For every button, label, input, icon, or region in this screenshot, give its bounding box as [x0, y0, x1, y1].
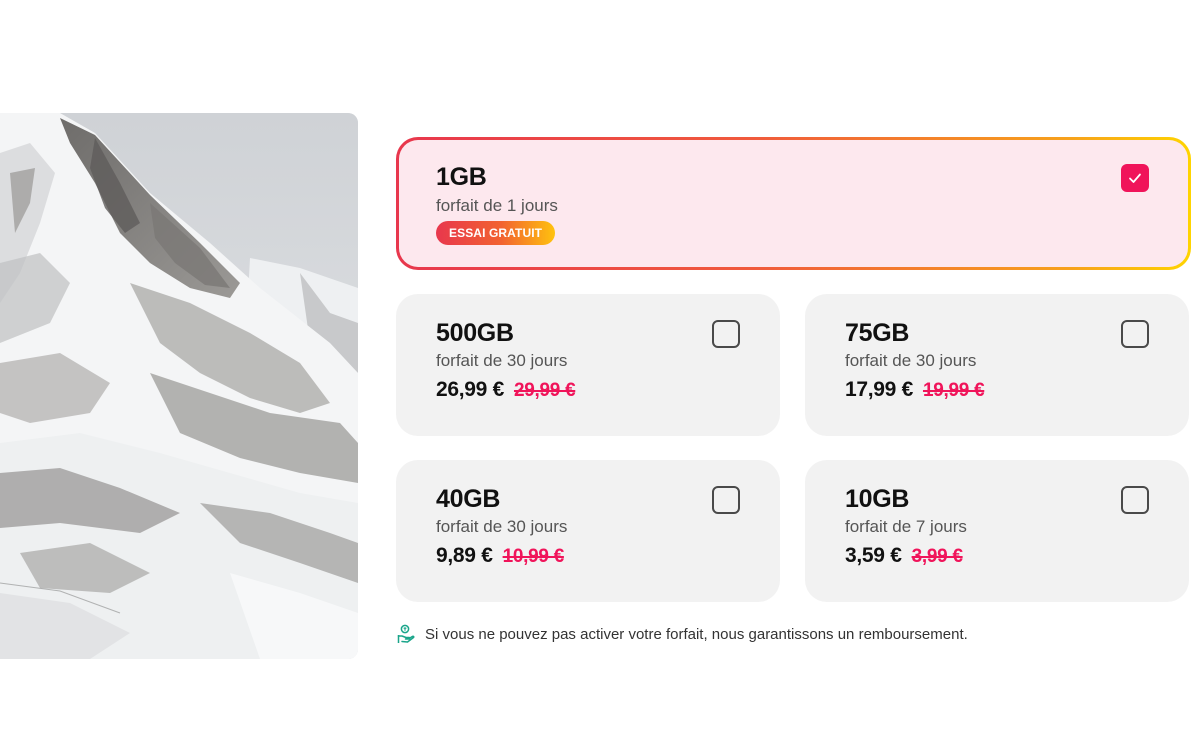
plan-card-inner: 1GB forfait de 1 jours ESSAI GRATUIT	[399, 140, 1188, 267]
plan-checkbox[interactable]	[712, 486, 740, 514]
money-back-hand-icon	[397, 624, 415, 643]
plan-size: 75GB	[845, 319, 910, 347]
checkmark-icon	[1129, 173, 1141, 183]
plan-size: 10GB	[845, 485, 910, 513]
refund-guarantee-text: Si vous ne pouvez pas activer votre forf…	[425, 625, 968, 643]
plan-checkbox-checked[interactable]	[1121, 164, 1149, 192]
plan-card-1gb[interactable]: 1GB forfait de 1 jours ESSAI GRATUIT	[396, 137, 1191, 270]
plan-card-40gb[interactable]: 40GB forfait de 30 jours 9,89 € 10,99 €	[396, 460, 780, 602]
free-trial-badge: ESSAI GRATUIT	[436, 221, 556, 245]
plan-card-500gb[interactable]: 500GB forfait de 30 jours 26,99 € 29,99 …	[396, 294, 780, 436]
plan-old-price: 3,99 €	[911, 546, 963, 567]
plan-selection-page: 1GB forfait de 1 jours ESSAI GRATUIT 500…	[0, 0, 1200, 750]
plan-price: 26,99 €	[436, 378, 504, 401]
plan-card-10gb[interactable]: 10GB forfait de 7 jours 3,59 € 3,99 €	[805, 460, 1189, 602]
plan-old-price: 19,99 €	[922, 380, 985, 401]
price-row: 9,89 € 10,99 €	[436, 544, 564, 568]
plan-size: 500GB	[436, 319, 514, 347]
plan-old-price: 10,99 €	[502, 546, 565, 567]
price-row: 26,99 € 29,99 €	[436, 378, 576, 402]
plan-card-75gb[interactable]: 75GB forfait de 30 jours 17,99 € 19,99 €	[805, 294, 1189, 436]
plan-price: 3,59 €	[845, 544, 902, 567]
plan-duration: forfait de 30 jours	[436, 517, 568, 536]
plan-checkbox[interactable]	[712, 320, 740, 348]
price-row: 17,99 € 19,99 €	[845, 378, 985, 402]
plan-checkbox[interactable]	[1121, 320, 1149, 348]
plan-price: 9,89 €	[436, 544, 493, 567]
plan-duration: forfait de 7 jours	[845, 517, 967, 536]
plan-checkbox[interactable]	[1121, 486, 1149, 514]
plan-duration: forfait de 1 jours	[436, 196, 558, 215]
mountain-image	[0, 113, 358, 659]
plan-duration: forfait de 30 jours	[845, 351, 977, 370]
plan-size: 1GB	[436, 163, 487, 191]
plan-price: 17,99 €	[845, 378, 913, 401]
plan-size: 40GB	[436, 485, 501, 513]
plan-old-price: 29,99 €	[513, 380, 576, 401]
plan-duration: forfait de 30 jours	[436, 351, 568, 370]
refund-guarantee-note: Si vous ne pouvez pas activer votre forf…	[397, 624, 968, 644]
price-row: 3,59 € 3,99 €	[845, 544, 963, 568]
